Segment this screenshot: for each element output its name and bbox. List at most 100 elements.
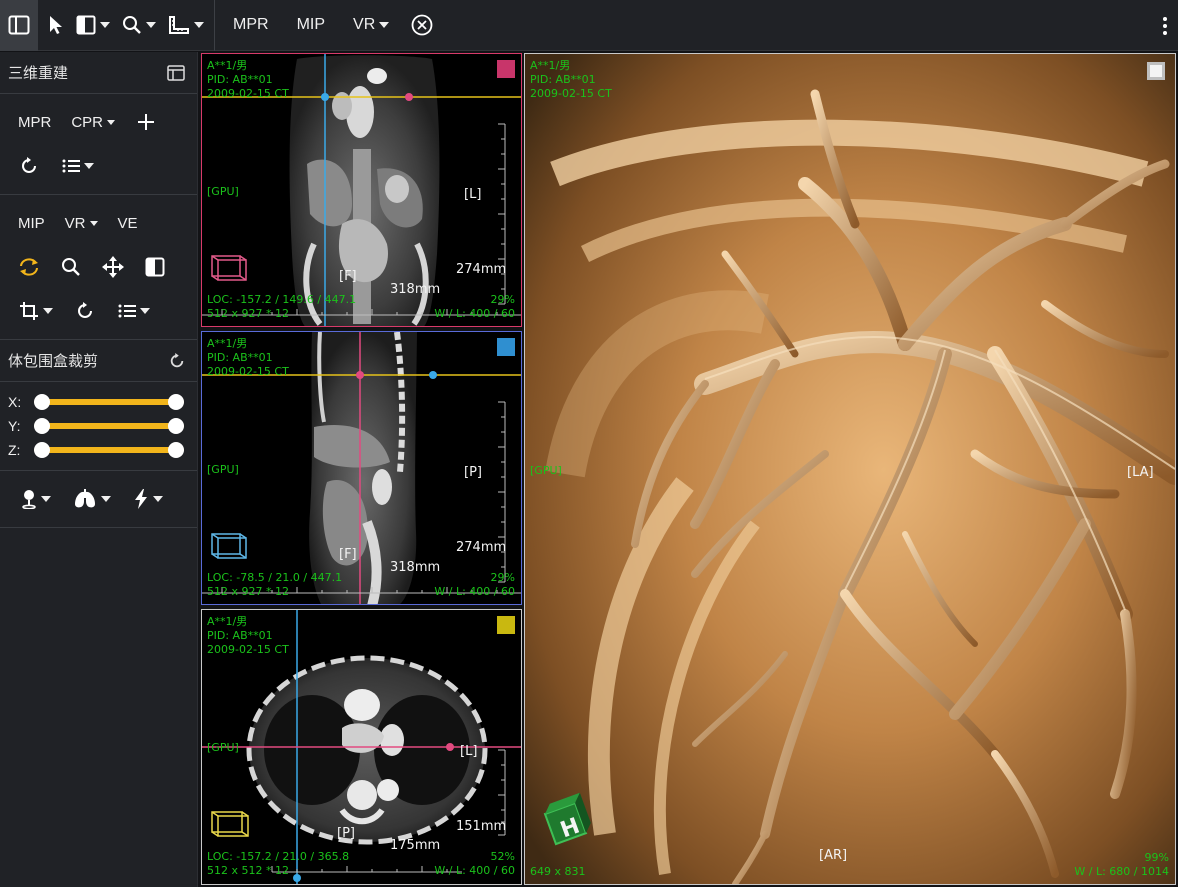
chevron-down-icon — [100, 22, 110, 28]
mip-button[interactable]: MIP — [283, 0, 339, 51]
lung-preset-menu-button[interactable] — [64, 477, 120, 521]
slider-z-min-handle[interactable] — [34, 442, 50, 458]
recon-section: MPR CPR — [0, 94, 197, 195]
chevron-down-icon — [146, 22, 156, 28]
zoom-readout: 99% — [1144, 851, 1169, 864]
crop-menu-button[interactable] — [8, 289, 64, 333]
sagittal-color-swatch[interactable] — [497, 338, 515, 356]
zoom-readout: 29% — [490, 571, 515, 584]
orientation-label-side: [L] — [460, 744, 478, 759]
study-date: 2009-02-15 CT — [207, 643, 289, 656]
slider-x-track[interactable] — [34, 394, 184, 410]
pointer-tool-button[interactable] — [38, 0, 70, 51]
gpu-label: [GPU] — [207, 463, 239, 476]
contrast-icon — [145, 257, 165, 277]
matrix-readout: 512 x 927 * 12 — [207, 585, 289, 598]
vertical-scale-label: 274mm — [456, 262, 507, 277]
horizontal-scale-label: 318mm — [390, 560, 441, 575]
matrix-readout: 512 x 927 * 12 — [207, 307, 289, 320]
maximize-toggle-button[interactable] — [1147, 62, 1165, 80]
sidebar-toggle-button[interactable] — [0, 0, 38, 51]
location-readout: LOC: -78.5 / 21.0 / 447.1 — [207, 571, 343, 584]
panel-ve-button[interactable]: VE — [108, 215, 148, 232]
study-date: 2009-02-15 CT — [530, 87, 612, 100]
more-menu-button[interactable] — [1162, 0, 1168, 51]
panel-mpr-button[interactable]: MPR — [8, 114, 61, 131]
location-readout: LOC: -157.2 / 149.6 / 447.1 — [207, 293, 357, 306]
chevron-down-icon — [43, 308, 53, 314]
crop-section-title: 体包围盒裁剪 — [8, 352, 99, 370]
slider-y-min-handle[interactable] — [34, 418, 50, 434]
sagittal-viewport[interactable]: A**1/男 PID: AB**01 2009-02-15 CT [GPU] [… — [201, 331, 522, 605]
axial-color-swatch[interactable] — [497, 616, 515, 634]
window-level-button[interactable] — [134, 245, 176, 289]
chevron-down-icon — [41, 496, 51, 502]
slider-x-max-handle[interactable] — [168, 394, 184, 410]
chevron-down-icon — [379, 22, 390, 28]
crop-sliders: X: Y: Z: — [0, 382, 197, 471]
patient-name: A**1/男 — [530, 59, 571, 72]
chevron-down-icon — [101, 496, 111, 502]
gpu-label: [GPU] — [207, 741, 239, 754]
add-button[interactable] — [125, 100, 167, 144]
vr-label: VR — [353, 16, 376, 33]
orientation-cube-icon — [211, 533, 247, 559]
orientation-label-bottom: [F] — [339, 547, 357, 562]
coronal-color-swatch[interactable] — [497, 60, 515, 78]
vertical-scale-label: 151mm — [456, 819, 507, 834]
slider-y: Y: — [0, 414, 197, 438]
slider-z-label: Z: — [8, 442, 21, 458]
crop-icon — [20, 302, 38, 320]
volume-render-image — [525, 54, 1175, 884]
ruler-icon — [169, 16, 189, 34]
render-section: MIP VR VE — [0, 195, 197, 340]
reset-rotate-icon — [78, 302, 92, 318]
vertical-scale-label: 274mm — [456, 540, 507, 555]
close-view-button[interactable] — [403, 0, 439, 51]
render-list-menu-button[interactable] — [106, 289, 162, 333]
panel-vr-button[interactable]: VR — [55, 215, 108, 232]
pan-tool-button[interactable] — [92, 245, 134, 289]
panel-layout-icon[interactable] — [167, 64, 185, 81]
panel-cpr-button[interactable]: CPR — [61, 114, 125, 131]
axial-viewport[interactable]: A**1/男 PID: AB**01 2009-02-15 CT [GPU] [… — [201, 609, 522, 885]
zoom-tool-button[interactable] — [50, 245, 92, 289]
panel-title: 三维重建 — [8, 64, 69, 82]
volume-render-viewport[interactable]: H A**1/男 PID: AB**01 2009-02-15 CT [GPU]… — [524, 53, 1176, 885]
lightning-icon — [135, 489, 147, 509]
reset-rotate-icon[interactable] — [169, 352, 185, 369]
panel-mip-button[interactable]: MIP — [8, 215, 55, 232]
panel-header: 三维重建 — [0, 52, 197, 94]
matrix-readout: 649 x 831 — [530, 865, 586, 878]
zoom-menu-button[interactable] — [116, 0, 162, 51]
slider-x-min-handle[interactable] — [34, 394, 50, 410]
mpr-button[interactable]: MPR — [219, 0, 283, 51]
sidebar-icon — [8, 15, 30, 35]
slider-z-max-handle[interactable] — [168, 442, 184, 458]
panel-vr-label: VR — [64, 214, 86, 232]
study-date: 2009-02-15 CT — [207, 365, 289, 378]
reset-view-button[interactable] — [64, 289, 106, 333]
orientation-cube-icon — [211, 811, 249, 837]
matrix-readout: 512 x 512 * 12 — [207, 864, 289, 877]
slider-z-track[interactable] — [34, 442, 184, 458]
window-level-readout: W / L: 400 / 60 — [434, 307, 515, 320]
bone-preset-menu-button[interactable] — [8, 477, 64, 521]
vr-menu-button[interactable]: VR — [339, 0, 403, 51]
cursor-arrow-icon — [50, 16, 62, 34]
coronal-viewport[interactable]: A**1/男 PID: AB**01 2009-02-15 CT [GPU] [… — [201, 53, 522, 327]
window-level-readout: W / L: 680 / 1014 — [1074, 865, 1169, 878]
recon-list-menu-button[interactable] — [50, 144, 106, 188]
rotate-3d-button[interactable] — [8, 245, 50, 289]
chevron-down-icon — [194, 22, 204, 28]
slider-y-max-handle[interactable] — [168, 418, 184, 434]
effects-menu-button[interactable] — [120, 477, 176, 521]
left-tool-panel: 三维重建 MPR CPR MIP VR VE 体包围盒裁剪 X: Y: Z: — [0, 52, 198, 887]
slider-z: Z: — [0, 438, 197, 462]
slider-x-label: X: — [8, 394, 22, 410]
slider-y-track[interactable] — [34, 418, 184, 434]
toolbar-divider — [214, 0, 215, 51]
layout-menu-button[interactable] — [70, 0, 116, 51]
measure-menu-button[interactable] — [162, 0, 210, 51]
reset-recon-button[interactable] — [8, 144, 50, 188]
